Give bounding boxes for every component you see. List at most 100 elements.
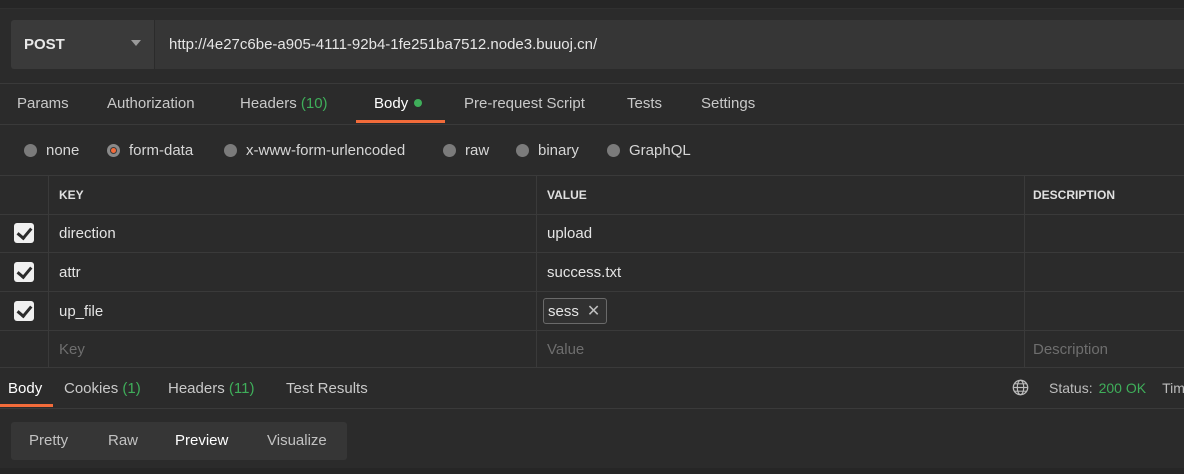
url-input[interactable]: http://4e27c6be-a905-4111-92b4-1fe251ba7… [154,20,1184,69]
cookies-count: (1) [122,380,141,397]
radio-dot [224,143,237,157]
header-value: VALUE [536,176,1024,214]
tab-params[interactable]: Params [17,84,69,124]
globe-icon[interactable] [1012,379,1029,396]
key-cell[interactable]: up_file [48,292,536,330]
tab-label: Test Results [286,380,368,397]
radio-dot-selected [107,143,120,157]
radio-label: GraphQL [629,141,691,159]
bottom-strip [0,468,1184,474]
headers-count: (10) [300,95,328,112]
tab-label: Tests [627,95,663,112]
close-icon[interactable]: ✕ [587,301,600,321]
key-cell[interactable]: attr [48,253,536,291]
value-cell[interactable]: upload [536,214,1024,252]
radio-dot [516,143,529,157]
value-text: upload [547,224,593,242]
chevron-down-icon [131,40,141,46]
tab-label: Params [17,95,69,112]
description-cell[interactable] [1024,292,1184,330]
table-row: attr success.txt [0,253,1184,292]
tab-settings[interactable]: Settings [701,84,755,124]
tab-body[interactable]: Body [374,84,423,124]
active-tab-underline [356,120,445,123]
view-label: Visualize [267,432,327,449]
view-raw-button[interactable]: Raw [108,422,138,460]
tab-authorization[interactable]: Authorization [107,84,195,124]
view-preview-button[interactable]: Preview [175,422,228,460]
method-label: POST [24,36,65,53]
method-select[interactable]: POST [11,20,154,69]
key-text: attr [59,263,81,281]
radio-label: raw [465,141,490,159]
tab-label: Headers [240,95,297,112]
row-checkbox-cell [0,331,48,367]
key-input[interactable]: Key [48,331,536,367]
description-placeholder: Description [1033,340,1109,358]
tab-label: Body [8,380,43,397]
view-pretty-button[interactable]: Pretty [29,422,68,460]
response-headers-count: (11) [228,380,255,397]
file-chip: sess ✕ [543,298,608,324]
tab-tests[interactable]: Tests [627,84,662,124]
tab-label: Cookies [64,380,119,397]
request-tabs: Params Authorization Headers (10) Body P… [0,84,1184,125]
response-tabs: Body Cookies (1) Headers (11) Test Resul… [0,367,1184,409]
key-text: direction [59,224,116,242]
radio-none[interactable]: none [24,130,79,170]
table-row: direction upload [0,214,1184,253]
status-label: Status: [1049,380,1093,396]
radio-binary[interactable]: binary [516,130,579,170]
radio-form-data[interactable]: form-data [107,130,193,170]
row-checkbox-cell [0,253,48,291]
view-visualize-button[interactable]: Visualize [267,422,327,460]
radio-dot [24,143,37,157]
time-label: Tim [1162,380,1184,396]
table-header-row: KEY VALUE DESCRIPTION [0,175,1184,215]
row-checkbox[interactable] [14,301,34,321]
tab-response-body[interactable]: Body [8,368,42,409]
radio-urlencoded[interactable]: x-www-form-urlencoded [224,130,405,170]
url-text: http://4e27c6be-a905-4111-92b4-1fe251ba7… [169,36,598,53]
value-cell[interactable]: success.txt [536,253,1024,291]
tab-label: Authorization [107,95,195,112]
radio-label: none [46,141,80,159]
tab-label: Headers [168,380,225,397]
view-label: Raw [108,432,139,449]
tab-test-results[interactable]: Test Results [286,368,368,409]
top-strip [0,0,1184,9]
row-checkbox[interactable] [14,223,34,243]
radio-dot [607,143,620,157]
radio-graphql[interactable]: GraphQL [607,130,691,170]
description-cell[interactable] [1024,253,1184,291]
description-input[interactable]: Description [1024,331,1184,367]
tab-response-headers[interactable]: Headers (11) [168,368,254,409]
request-url-bar: POST http://4e27c6be-a905-4111-92b4-1fe2… [11,20,1184,69]
file-name: sess [548,302,579,320]
tab-cookies[interactable]: Cookies (1) [64,368,141,409]
value-input[interactable]: Value [536,331,1024,367]
radio-dot [443,143,456,157]
view-label: Pretty [29,432,69,449]
radio-raw[interactable]: raw [443,130,489,170]
radio-label: x-www-form-urlencoded [246,141,406,159]
key-cell[interactable]: direction [48,214,536,252]
row-checkbox-cell [0,214,48,252]
status-value[interactable]: 200 OK [1099,380,1146,396]
row-checkbox[interactable] [14,262,34,282]
description-cell[interactable] [1024,214,1184,252]
tab-headers[interactable]: Headers (10) [240,84,328,124]
body-mode-radios: none form-data x-www-form-urlencoded raw… [0,130,1184,170]
table-row: up_file sess ✕ [0,292,1184,331]
value-placeholder: Value [547,340,585,358]
header-key: KEY [48,176,536,214]
value-text: success.txt [547,263,622,281]
header-checkbox-col [0,176,48,214]
key-placeholder: Key [59,340,85,358]
radio-label: binary [538,141,579,159]
tab-pre-request-script[interactable]: Pre-request Script [464,84,585,124]
view-mode-group: Pretty Raw Preview Visualize [11,422,347,460]
body-indicator-dot [414,99,423,107]
response-status: Status: 200 OK Tim [1049,367,1184,409]
value-cell[interactable]: sess ✕ [536,292,1024,330]
